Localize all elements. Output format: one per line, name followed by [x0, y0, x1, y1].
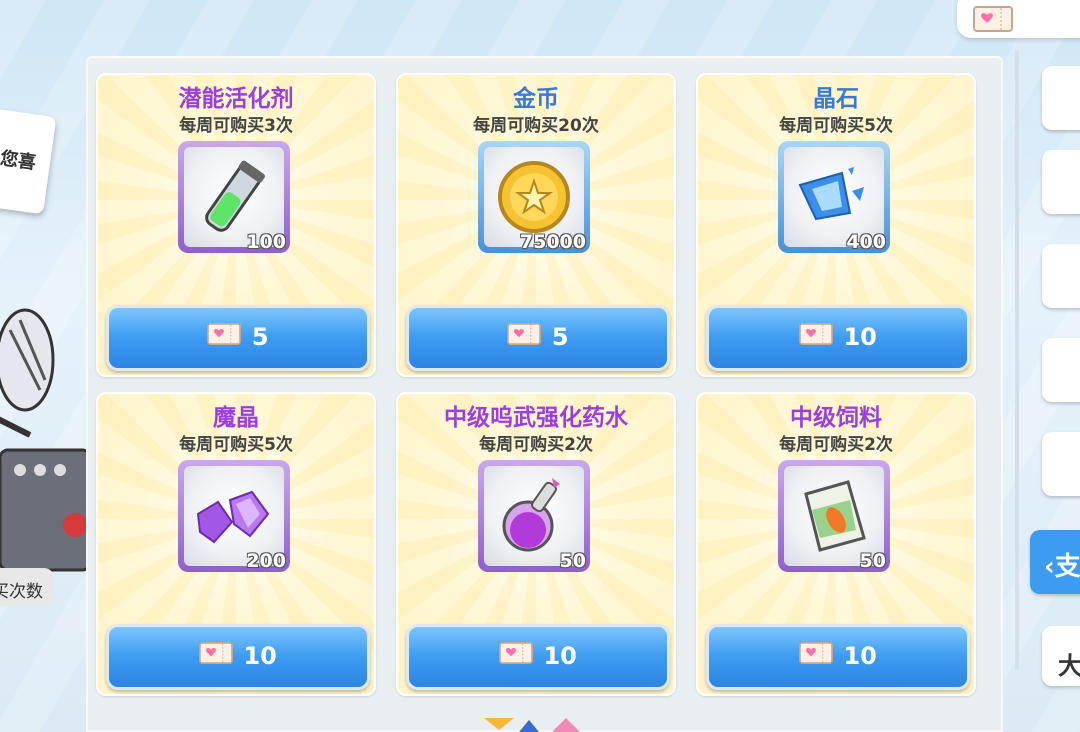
item-quantity: 100: [246, 231, 286, 253]
buy-button[interactable]: 10: [706, 305, 970, 371]
item-purchase-limit: 每周可购买2次: [779, 435, 893, 455]
item-icon-frame[interactable]: 100: [178, 141, 290, 253]
item-purchase-limit: 每周可购买20次: [473, 116, 599, 136]
sidebar-tab-active[interactable]: ‹支: [1030, 530, 1080, 594]
shop-item-card[interactable]: 潜能活化剂 每周可购买3次 100 5: [96, 73, 376, 377]
buy-button[interactable]: 5: [406, 305, 670, 371]
ticket-icon: [973, 6, 1013, 36]
sidebar-tab-7-label: 大: [1058, 652, 1080, 680]
ticket-icon: [207, 323, 242, 351]
buy-button[interactable]: 10: [406, 624, 670, 690]
item-name: 魔晶: [213, 405, 259, 431]
buy-button[interactable]: 10: [106, 624, 370, 690]
left-note-text: 您喜: [0, 148, 38, 174]
item-quantity: 400: [846, 231, 886, 253]
ticket-icon: [199, 642, 234, 670]
item-quantity: 50: [559, 550, 586, 572]
item-purchase-limit: 每周可购买2次: [479, 435, 593, 455]
ticket-icon: [499, 642, 534, 670]
shop-item-card[interactable]: 金币 每周可购买20次 75000 5: [396, 73, 676, 377]
item-quantity: 50: [859, 550, 886, 572]
item-icon-frame[interactable]: 400: [778, 141, 890, 253]
item-purchase-limit: 每周可购买5次: [779, 116, 893, 136]
purchase-count-tab[interactable]: 买次数: [0, 568, 54, 606]
item-name: 中级饲料: [790, 405, 882, 431]
sidebar-scrollbar[interactable]: [1015, 50, 1019, 670]
sidebar-tab-4[interactable]: [1042, 338, 1080, 402]
buy-button[interactable]: 5: [106, 305, 370, 371]
item-price: 5: [551, 323, 569, 351]
buy-button[interactable]: 10: [706, 624, 970, 690]
item-price: 10: [843, 323, 877, 351]
shop-item-card[interactable]: 魔晶 每周可购买5次 200 10: [96, 392, 376, 696]
item-quantity: 75000: [519, 231, 586, 253]
sidebar-tab-1[interactable]: [1042, 66, 1080, 130]
item-purchase-limit: 每周可购买3次: [179, 116, 293, 136]
item-icon-frame[interactable]: 50: [478, 460, 590, 572]
item-name: 中级呜武强化药水: [444, 405, 628, 431]
currency-display: [957, 0, 1080, 38]
sidebar-tab-active-label: ‹支: [1044, 552, 1080, 582]
item-quantity: 200: [246, 550, 286, 572]
shop-item-card[interactable]: 晶石 每周可购买5次 400 10: [696, 73, 976, 377]
item-price: 10: [243, 642, 277, 670]
item-price: 10: [843, 642, 877, 670]
ticket-icon: [507, 323, 542, 351]
item-price: 5: [251, 323, 269, 351]
ticket-icon: [799, 323, 834, 351]
item-name: 潜能活化剂: [178, 86, 294, 112]
shop-item-card[interactable]: 中级呜武强化药水 每周可购买2次 50 10: [396, 392, 676, 696]
item-name: 金币: [513, 86, 559, 112]
item-icon-frame[interactable]: 75000: [478, 141, 590, 253]
sidebar-tab-7[interactable]: 大: [1042, 626, 1080, 686]
item-purchase-limit: 每周可购买5次: [179, 435, 293, 455]
shop-item-card[interactable]: 中级饲料 每周可购买2次 50 10: [696, 392, 976, 696]
scroll-indicator-icon: [484, 718, 580, 732]
purchase-count-label: 买次数: [0, 582, 43, 602]
item-name: 晶石: [813, 86, 859, 112]
sidebar-tab-3[interactable]: [1042, 244, 1080, 308]
item-icon-frame[interactable]: 200: [178, 460, 290, 572]
item-price: 10: [543, 642, 577, 670]
ticket-icon: [799, 642, 834, 670]
item-icon-frame[interactable]: 50: [778, 460, 890, 572]
sidebar-tab-2[interactable]: [1042, 150, 1080, 214]
sidebar-tab-5[interactable]: [1042, 432, 1080, 496]
